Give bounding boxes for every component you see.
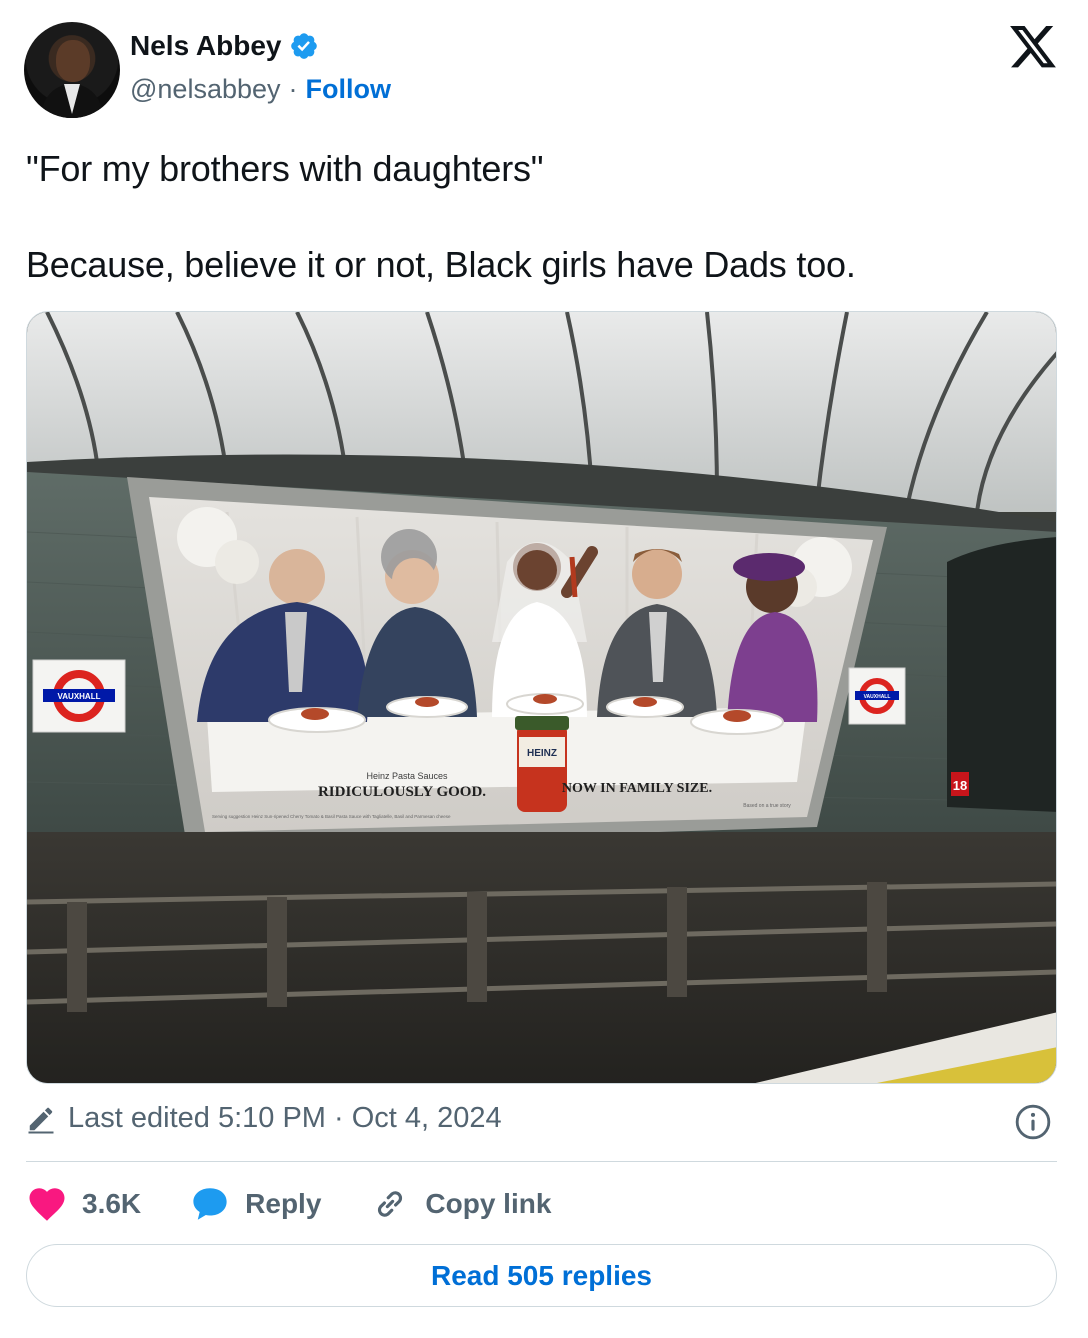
read-replies-button[interactable]: Read 505 replies bbox=[26, 1244, 1057, 1307]
follow-button[interactable]: Follow bbox=[306, 74, 391, 105]
like-button[interactable]: 3.6K bbox=[26, 1183, 141, 1225]
tweet-text-line-1: "For my brothers with daughters" bbox=[26, 148, 544, 189]
reply-label: Reply bbox=[245, 1188, 322, 1219]
reply-button[interactable]: Reply bbox=[189, 1183, 321, 1225]
copy-link-button[interactable]: Copy link bbox=[369, 1183, 551, 1225]
age-rating: 18 bbox=[953, 778, 967, 793]
station-sign-right: VAUXHALL bbox=[864, 694, 891, 700]
jar-label: HEINZ bbox=[527, 748, 557, 759]
author-display-name[interactable]: Nels Abbey bbox=[130, 30, 281, 62]
ad-small-print-right: Based on a true story bbox=[743, 803, 791, 809]
ad-brand-line: Heinz Pasta Sauces bbox=[366, 771, 448, 781]
ad-tagline: RIDICULOUSLY GOOD. bbox=[318, 784, 486, 800]
author-handle-row: @nelsabbey · Follow bbox=[130, 74, 391, 105]
tweet-text-line-2: Because, believe it or not, Black girls … bbox=[26, 244, 856, 285]
info-icon[interactable] bbox=[1014, 1103, 1052, 1141]
reply-bubble-icon bbox=[193, 1188, 227, 1220]
copy-link-label: Copy link bbox=[425, 1188, 552, 1219]
subway-photo-illustration: HEINZ Heinz Pasta Sauces RIDICULOUSLY GO… bbox=[27, 312, 1056, 1083]
ad-family-size: NOW IN FAMILY SIZE. bbox=[562, 781, 712, 796]
x-logo-icon[interactable] bbox=[1010, 26, 1056, 68]
link-icon bbox=[378, 1191, 403, 1217]
pencil-icon bbox=[28, 1107, 54, 1133]
avatar-head bbox=[56, 40, 90, 82]
handle-separator: · bbox=[288, 74, 298, 104]
heart-icon bbox=[29, 1188, 65, 1221]
divider bbox=[26, 1161, 1057, 1162]
avatar[interactable] bbox=[24, 22, 120, 118]
edit-timestamp[interactable]: Last edited 5:10 PM · Oct 4, 2024 bbox=[26, 1102, 502, 1135]
author-name-row: Nels Abbey bbox=[130, 30, 319, 62]
tweet-card: Nels Abbey @nelsabbey · Follow "For my b… bbox=[0, 0, 1088, 1338]
verified-badge-icon bbox=[291, 33, 318, 59]
author-handle[interactable]: @nelsabbey bbox=[130, 74, 281, 105]
station-sign-left: VAUXHALL bbox=[58, 692, 101, 701]
ad-small-print-left: Serving suggestion Heinz Sun-ripened Che… bbox=[212, 814, 451, 819]
edit-timestamp-text: Last edited 5:10 PM · Oct 4, 2024 bbox=[68, 1102, 502, 1134]
tweet-photo[interactable]: HEINZ Heinz Pasta Sauces RIDICULOUSLY GO… bbox=[26, 311, 1057, 1084]
action-bar: 3.6K Reply Copy link bbox=[26, 1182, 599, 1226]
like-count: 3.6K bbox=[82, 1188, 142, 1219]
